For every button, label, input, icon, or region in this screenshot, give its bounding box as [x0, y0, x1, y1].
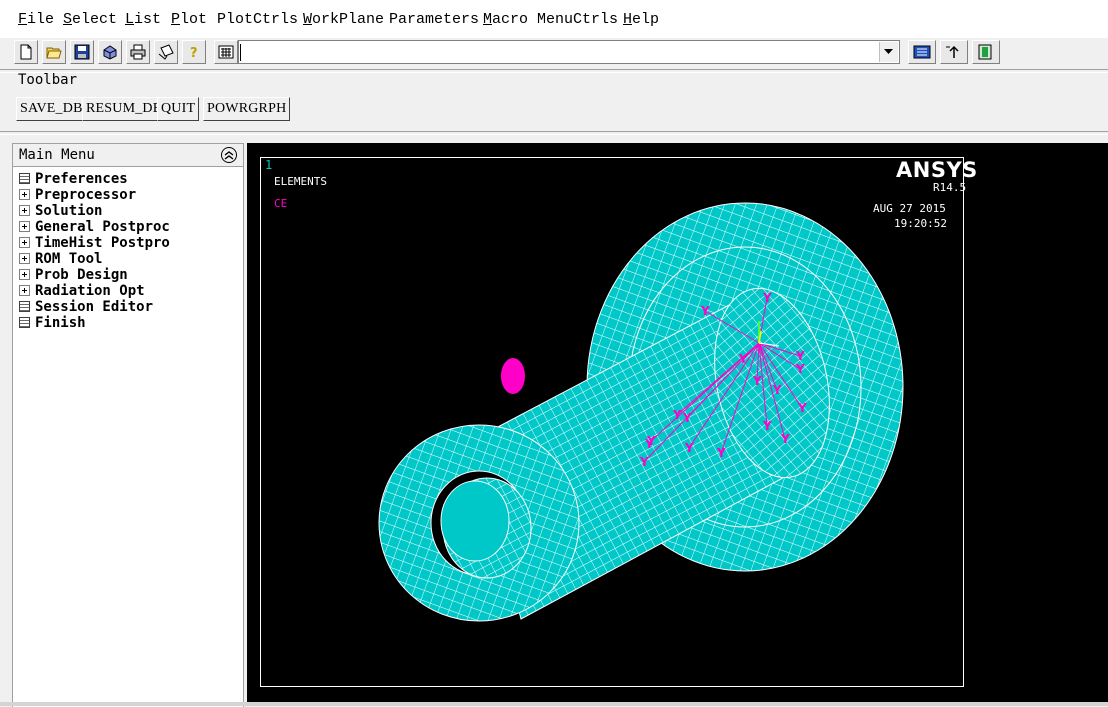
expand-icon[interactable]: [19, 285, 30, 296]
date-label: AUG 27 2015: [873, 202, 946, 215]
graphics-window[interactable]: YYY YYY YYY YYY YYY YY 1 ELEMENTS CE R14…: [247, 143, 1108, 706]
menu-file[interactable]: File: [18, 11, 54, 28]
svg-text:Y: Y: [639, 455, 649, 469]
svg-text:?: ?: [190, 46, 198, 60]
main-menu-title: Main Menu: [19, 147, 95, 163]
standard-toolbar: ?: [0, 38, 1108, 68]
svg-text:Y: Y: [716, 446, 726, 460]
pan-zoom-icon[interactable]: [98, 40, 122, 64]
save-db-button[interactable]: SAVE_DB: [16, 97, 87, 121]
svg-text:Y: Y: [738, 352, 748, 366]
menu-select[interactable]: Select: [63, 11, 117, 28]
svg-text:Y: Y: [795, 349, 805, 363]
leaf-icon: [19, 317, 30, 328]
powrgrph-button[interactable]: POWRGRPH: [203, 97, 291, 121]
menu-plot[interactable]: Plot: [171, 11, 207, 28]
version-label: R14.5: [933, 181, 967, 194]
menu-list[interactable]: List: [125, 11, 161, 28]
bottom-edge: [0, 702, 1108, 706]
quit-button[interactable]: QUIT: [157, 97, 200, 121]
menu-workplane[interactable]: WorkPlane: [303, 11, 384, 28]
menu-parameters[interactable]: Parameters: [389, 11, 479, 28]
menu-menuctrls[interactable]: MenuCtrls: [537, 11, 618, 28]
menu-macro[interactable]: Macro: [483, 11, 528, 28]
separator: [0, 69, 1108, 73]
svg-text:Y: Y: [684, 441, 694, 455]
svg-text:Y: Y: [772, 383, 782, 397]
command-input[interactable]: [238, 40, 900, 64]
expand-icon[interactable]: [19, 269, 30, 280]
svg-text:Y: Y: [797, 401, 807, 415]
svg-text:Y: Y: [795, 362, 805, 376]
leaf-icon: [19, 301, 30, 312]
ce-label: CE: [274, 197, 288, 210]
collapse-icon[interactable]: [221, 147, 237, 163]
chevron-down-icon[interactable]: [879, 42, 898, 62]
main-menu-header: Main Menu: [13, 144, 243, 167]
print-icon[interactable]: [126, 40, 150, 64]
toolbar-label: Toolbar: [18, 72, 78, 88]
svg-text:Y: Y: [644, 437, 654, 451]
raise-hidden-icon[interactable]: [908, 40, 936, 64]
plot-type-label: ELEMENTS: [274, 175, 327, 188]
ansys-logo: ANSYS: [896, 158, 978, 182]
expand-icon[interactable]: [19, 237, 30, 248]
save-icon[interactable]: [70, 40, 94, 64]
svg-text:Y: Y: [762, 419, 772, 433]
svg-text:Y: Y: [672, 408, 682, 422]
resum-db-button[interactable]: RESUM_DB: [82, 97, 167, 121]
open-folder-icon[interactable]: [42, 40, 66, 64]
report-icon[interactable]: [154, 40, 178, 64]
expand-icon[interactable]: [19, 189, 30, 200]
expand-icon[interactable]: [19, 205, 30, 216]
svg-text:Y: Y: [762, 291, 772, 305]
svg-text:Y: Y: [780, 432, 790, 446]
window-number: 1: [265, 158, 273, 172]
svg-text:Y: Y: [682, 411, 692, 425]
leaf-icon: [19, 173, 30, 184]
separator: [0, 131, 1108, 135]
keyboard-icon[interactable]: [214, 40, 238, 64]
reset-picking-icon[interactable]: [940, 40, 968, 64]
svg-text:Y: Y: [700, 304, 710, 318]
new-file-icon[interactable]: [14, 40, 38, 64]
svg-text:Y: Y: [752, 374, 762, 388]
expand-icon[interactable]: [19, 253, 30, 264]
contact-manager-icon[interactable]: [972, 40, 1000, 64]
menu-bar: File Select List Plot PlotCtrls WorkPlan…: [0, 0, 1108, 39]
help-icon[interactable]: ?: [182, 40, 206, 64]
main-menu-panel: Main Menu Preferences Preprocessor Solut…: [12, 143, 244, 707]
time-label: 19:20:52: [894, 217, 947, 230]
text-caret: [240, 44, 241, 61]
menu-plotctrls[interactable]: PlotCtrls: [217, 11, 298, 28]
menu-help[interactable]: Help: [623, 11, 659, 28]
expand-icon[interactable]: [19, 221, 30, 232]
mesh-model: YYY YYY YYY YYY YYY YY: [378, 202, 904, 622]
